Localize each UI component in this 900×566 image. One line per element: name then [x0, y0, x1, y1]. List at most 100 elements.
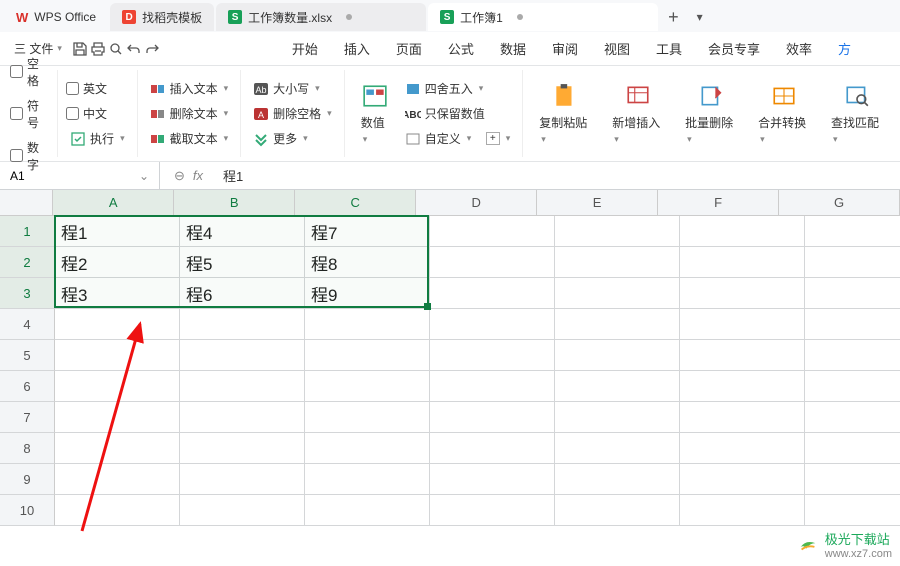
- cell[interactable]: [680, 278, 805, 309]
- cell[interactable]: [555, 309, 680, 340]
- cell[interactable]: [180, 495, 305, 526]
- menu-insert[interactable]: 插入: [332, 33, 382, 64]
- print-icon[interactable]: [90, 41, 106, 57]
- row-header[interactable]: 6: [0, 371, 55, 402]
- tab-menu-button[interactable]: ▾: [689, 10, 711, 24]
- batch-delete-button[interactable]: 批量删除▾: [677, 72, 744, 155]
- cell[interactable]: [805, 371, 900, 402]
- cell[interactable]: [180, 371, 305, 402]
- cell[interactable]: [180, 340, 305, 371]
- cell[interactable]: [55, 402, 180, 433]
- cell[interactable]: 程5: [180, 247, 305, 278]
- save-icon[interactable]: [72, 41, 88, 57]
- print-preview-icon[interactable]: [108, 41, 124, 57]
- cell[interactable]: [805, 278, 900, 309]
- check-space[interactable]: 空格: [10, 53, 49, 91]
- menu-formula[interactable]: 公式: [436, 33, 486, 64]
- menu-review[interactable]: 审阅: [540, 33, 590, 64]
- cell[interactable]: [305, 433, 430, 464]
- row-header[interactable]: 1: [0, 216, 55, 247]
- merge-convert-button[interactable]: 合并转换▾: [750, 72, 817, 155]
- cell[interactable]: [55, 464, 180, 495]
- row-header[interactable]: 10: [0, 495, 55, 526]
- cell[interactable]: [55, 309, 180, 340]
- col-header-a[interactable]: A: [53, 190, 174, 216]
- cell[interactable]: [305, 495, 430, 526]
- fx-button[interactable]: fx: [193, 168, 203, 183]
- cell[interactable]: 程6: [180, 278, 305, 309]
- cell[interactable]: [430, 216, 555, 247]
- cell[interactable]: [430, 402, 555, 433]
- cell[interactable]: [680, 309, 805, 340]
- delete-text-button[interactable]: 删除文本▾: [146, 103, 233, 124]
- tab-template[interactable]: D 找稻壳模板: [110, 3, 214, 31]
- cell[interactable]: 程2: [55, 247, 180, 278]
- row-header[interactable]: 3: [0, 278, 55, 309]
- cell[interactable]: [305, 371, 430, 402]
- name-box[interactable]: A1 ⌄: [0, 162, 160, 189]
- cell[interactable]: [805, 309, 900, 340]
- cell[interactable]: 程3: [55, 278, 180, 309]
- col-header-d[interactable]: D: [416, 190, 537, 216]
- cell[interactable]: [805, 216, 900, 247]
- row-header[interactable]: 8: [0, 433, 55, 464]
- cell-grid[interactable]: 程1程4程7 程2程5程8 程3程6程9: [55, 216, 900, 566]
- new-tab-button[interactable]: +: [660, 7, 687, 28]
- insert-text-button[interactable]: 插入文本▾: [146, 78, 233, 99]
- find-match-button[interactable]: 查找匹配▾: [823, 72, 890, 155]
- cell[interactable]: [430, 371, 555, 402]
- cell[interactable]: [805, 340, 900, 371]
- trim-space-button[interactable]: A删除空格▾: [249, 103, 336, 124]
- cell[interactable]: [180, 433, 305, 464]
- more-button[interactable]: 更多▾: [249, 128, 336, 149]
- row-header[interactable]: 7: [0, 402, 55, 433]
- cell[interactable]: [680, 216, 805, 247]
- cell[interactable]: [180, 309, 305, 340]
- cell[interactable]: [555, 278, 680, 309]
- menu-member[interactable]: 会员专享: [696, 33, 772, 64]
- cell[interactable]: [55, 495, 180, 526]
- add-insert-button[interactable]: 新增插入▾: [604, 72, 671, 155]
- row-header[interactable]: 9: [0, 464, 55, 495]
- cell[interactable]: [680, 247, 805, 278]
- cell[interactable]: [680, 402, 805, 433]
- redo-icon[interactable]: [144, 41, 160, 57]
- cell[interactable]: [55, 371, 180, 402]
- cell[interactable]: [680, 464, 805, 495]
- cell[interactable]: [805, 433, 900, 464]
- check-chinese[interactable]: 中文: [66, 103, 129, 124]
- cell[interactable]: [805, 464, 900, 495]
- menu-start[interactable]: 开始: [280, 33, 330, 64]
- menu-view[interactable]: 视图: [592, 33, 642, 64]
- cell[interactable]: [555, 247, 680, 278]
- menu-tools[interactable]: 工具: [644, 33, 694, 64]
- cell[interactable]: [555, 216, 680, 247]
- cell[interactable]: [555, 495, 680, 526]
- cell[interactable]: [305, 340, 430, 371]
- cell[interactable]: [180, 464, 305, 495]
- cancel-icon[interactable]: ⊖: [174, 168, 185, 184]
- cell[interactable]: [430, 340, 555, 371]
- cell[interactable]: 程9: [305, 278, 430, 309]
- cell[interactable]: [805, 402, 900, 433]
- cell[interactable]: [805, 247, 900, 278]
- cell[interactable]: 程1: [55, 216, 180, 247]
- keep-value-button[interactable]: ABC只保留数值: [401, 103, 515, 124]
- formula-input[interactable]: 程1: [217, 166, 900, 185]
- cell[interactable]: [430, 464, 555, 495]
- cell[interactable]: [305, 464, 430, 495]
- cell[interactable]: [555, 371, 680, 402]
- cell[interactable]: [555, 464, 680, 495]
- col-header-b[interactable]: B: [174, 190, 295, 216]
- cell[interactable]: [555, 402, 680, 433]
- tab-workbook-count[interactable]: S 工作簿数量.xlsx: [216, 3, 426, 31]
- cell[interactable]: [305, 309, 430, 340]
- col-header-f[interactable]: F: [658, 190, 779, 216]
- row-header[interactable]: 2: [0, 247, 55, 278]
- menu-data[interactable]: 数据: [488, 33, 538, 64]
- check-english[interactable]: 英文: [66, 78, 129, 99]
- col-header-c[interactable]: C: [295, 190, 416, 216]
- cell[interactable]: [680, 340, 805, 371]
- cell[interactable]: [555, 433, 680, 464]
- number-value-button[interactable]: 数值▾: [353, 78, 397, 149]
